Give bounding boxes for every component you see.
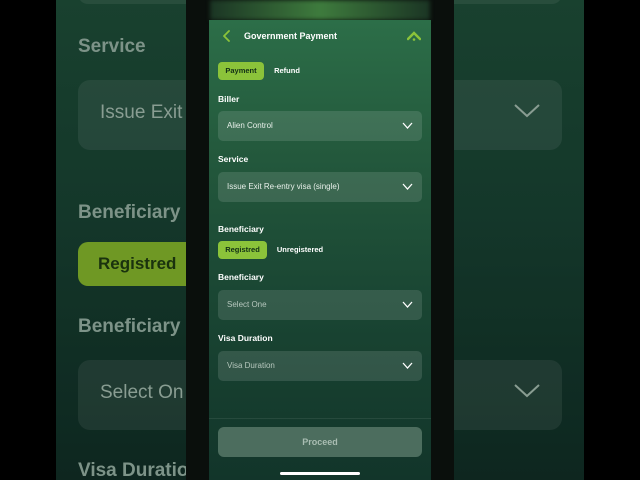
page-title: Government Payment [244, 31, 338, 41]
status-bar [210, 0, 430, 20]
service-select[interactable]: Issue Exit Re-entry visa (single) [218, 172, 422, 202]
tab-payment[interactable]: Payment [218, 62, 264, 80]
beneficiary-placeholder: Select One [227, 300, 267, 309]
tab-registered[interactable]: Registred [218, 241, 267, 259]
service-label: Service [218, 154, 249, 164]
app-screen: Government Payment Payment Refund Biller… [209, 20, 431, 480]
beneficiary-label: Beneficiary [218, 272, 264, 282]
brand-logo-icon [407, 31, 421, 41]
home-indicator [280, 472, 360, 475]
visa-duration-select[interactable]: Visa Duration [218, 351, 422, 381]
right-letterbox [584, 0, 640, 480]
biller-select[interactable]: Alien Control [218, 111, 422, 141]
chevron-left-icon[interactable] [221, 30, 233, 42]
phone-frame: Government Payment Payment Refund Biller… [186, 0, 454, 480]
chevron-down-icon [402, 183, 413, 190]
biller-label: Biller [218, 94, 240, 104]
visa-duration-label: Visa Duration [218, 333, 273, 343]
visa-duration-placeholder: Visa Duration [227, 361, 275, 370]
tab-unregistered[interactable]: Unregistered [272, 241, 328, 259]
left-letterbox [0, 0, 56, 480]
biller-value: Alien Control [227, 121, 273, 130]
chevron-down-icon [402, 122, 413, 129]
beneficiary-select[interactable]: Select One [218, 290, 422, 320]
chevron-down-icon [402, 362, 413, 369]
service-value: Issue Exit Re-entry visa (single) [227, 182, 340, 191]
app-header: Government Payment [209, 20, 431, 52]
chevron-down-icon [402, 301, 413, 308]
proceed-button[interactable]: Proceed [218, 427, 422, 457]
tab-refund[interactable]: Refund [267, 62, 307, 80]
footer-divider [209, 418, 431, 419]
beneficiary-section-label: Beneficiary [218, 224, 264, 234]
